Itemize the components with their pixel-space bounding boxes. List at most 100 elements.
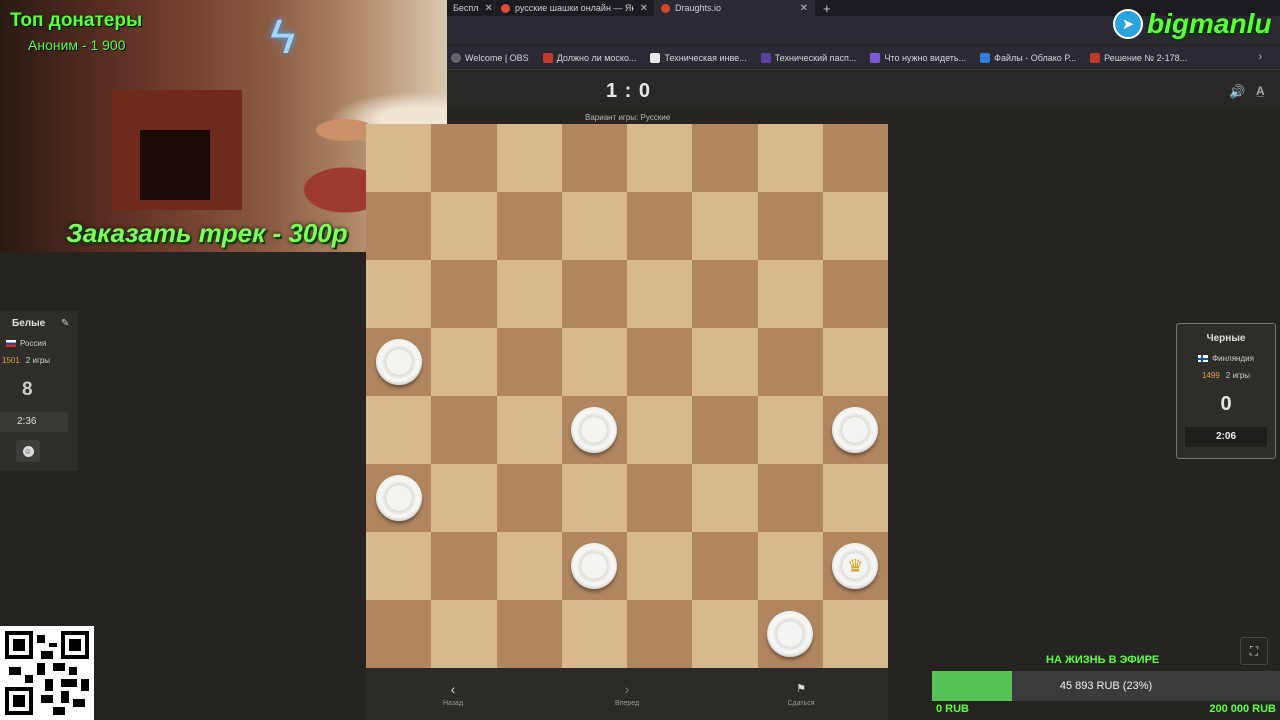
browser-tab-2[interactable]: Draughts.io ✕ <box>655 0 815 16</box>
board-square[interactable] <box>692 192 758 260</box>
yandex-icon <box>501 3 510 13</box>
board-square[interactable] <box>627 328 693 396</box>
board-square[interactable] <box>757 396 823 464</box>
close-icon[interactable]: ✕ <box>485 3 493 14</box>
board-square[interactable] <box>627 124 693 192</box>
board-square[interactable] <box>366 192 432 260</box>
board-square[interactable] <box>496 328 562 396</box>
board-square[interactable] <box>692 328 758 396</box>
white-piece[interactable] <box>375 339 422 385</box>
board-square[interactable] <box>431 396 497 464</box>
bookmark-4[interactable]: Что нужно видеть... <box>870 52 966 63</box>
draughts-board[interactable]: ♛ <box>366 124 888 668</box>
close-icon[interactable]: ✕ <box>640 3 648 14</box>
fullscreen-icon[interactable]: ⛶ <box>1240 637 1268 665</box>
board-square[interactable] <box>692 124 758 192</box>
white-player-country: Россия <box>6 339 46 348</box>
telegram-icon: ➤ <box>1113 9 1143 39</box>
crown-icon: ♛ <box>847 556 864 576</box>
board-square[interactable] <box>822 464 888 532</box>
resign-button[interactable]: ⚑ Сдаться <box>714 668 888 720</box>
sound-icon[interactable]: 🔊 <box>1229 84 1245 100</box>
board-square[interactable] <box>692 464 758 532</box>
browser-tab-1[interactable]: русские шашки онлайн — Яндекс ✕ <box>495 0 655 16</box>
board-square[interactable] <box>431 260 497 328</box>
board-square[interactable] <box>561 260 627 328</box>
board-square[interactable] <box>366 396 432 464</box>
white-piece[interactable] <box>375 475 422 521</box>
board-square[interactable] <box>496 532 562 600</box>
board-square[interactable] <box>692 600 758 668</box>
board-square[interactable] <box>561 600 627 668</box>
white-piece[interactable] <box>767 611 814 657</box>
bookmark-1[interactable]: Должно ли моско... <box>542 52 637 63</box>
forward-button[interactable]: › Вперед <box>540 668 714 720</box>
board-square[interactable] <box>692 396 758 464</box>
back-button[interactable]: ‹ Назад <box>366 668 540 720</box>
board-square[interactable] <box>561 328 627 396</box>
rating-value: 1501 <box>2 356 20 365</box>
board-square[interactable] <box>366 260 432 328</box>
board-square[interactable] <box>366 600 432 668</box>
board-square[interactable] <box>757 192 823 260</box>
board-square[interactable] <box>496 464 562 532</box>
board-square[interactable] <box>561 124 627 192</box>
white-player-stats: 1501 2 игры <box>2 356 50 365</box>
board-square[interactable] <box>496 600 562 668</box>
board-square[interactable] <box>627 600 693 668</box>
board-square[interactable] <box>627 260 693 328</box>
bookmark-label: Должно ли моско... <box>556 52 637 63</box>
board-square[interactable] <box>627 192 693 260</box>
board-square[interactable] <box>692 260 758 328</box>
board-square[interactable] <box>561 192 627 260</box>
board-square[interactable] <box>627 464 693 532</box>
board-square[interactable] <box>822 124 888 192</box>
bookmark-0[interactable]: Welcome | OBS <box>451 52 529 63</box>
board-square[interactable] <box>431 328 497 396</box>
board-square[interactable] <box>822 192 888 260</box>
board-square[interactable] <box>757 464 823 532</box>
board-square[interactable] <box>431 464 497 532</box>
board-square[interactable] <box>757 532 823 600</box>
black-piece-count: 0 <box>1220 393 1232 415</box>
new-tab-icon[interactable]: + <box>815 1 839 16</box>
board-square[interactable] <box>431 124 497 192</box>
pencil-icon[interactable]: ✎ <box>61 318 69 329</box>
board-square[interactable] <box>496 192 562 260</box>
draughts-icon <box>661 3 670 13</box>
board-square[interactable] <box>822 260 888 328</box>
board-square[interactable] <box>627 532 693 600</box>
board-square[interactable] <box>431 532 497 600</box>
game-controls: ‹ Назад › Вперед ⚑ Сдаться <box>366 668 888 720</box>
close-icon[interactable]: ✕ <box>800 3 808 14</box>
board-square[interactable] <box>496 396 562 464</box>
board-square[interactable] <box>627 396 693 464</box>
board-square[interactable] <box>757 328 823 396</box>
rating-value: 1499 <box>1201 371 1220 380</box>
board-square[interactable] <box>366 124 432 192</box>
white-player-timer: 2:36 <box>0 412 68 432</box>
cloud-icon <box>980 52 991 63</box>
board-square[interactable] <box>496 260 562 328</box>
board-square[interactable] <box>692 532 758 600</box>
board-square[interactable] <box>561 464 627 532</box>
tab-label: Беспл <box>453 3 479 13</box>
board-square[interactable] <box>431 192 497 260</box>
score-header <box>447 72 1280 110</box>
bookmark-6[interactable]: Решение № 2-178... <box>1090 52 1187 63</box>
board-square[interactable] <box>757 260 823 328</box>
board-square[interactable] <box>822 328 888 396</box>
emoji-button[interactable]: ☺ <box>16 440 40 462</box>
board-square[interactable] <box>822 600 888 668</box>
browser-tab-0[interactable]: Беспл ✕ <box>447 0 495 16</box>
chevron-right-icon[interactable]: › <box>1258 51 1262 63</box>
board-square[interactable] <box>366 532 432 600</box>
forward-label: Вперед <box>614 699 640 707</box>
bookmark-3[interactable]: Технический пасп... <box>760 52 856 63</box>
board-square[interactable] <box>757 124 823 192</box>
bookmark-5[interactable]: Файлы - Облако Р... <box>980 52 1076 63</box>
bookmark-2[interactable]: Техническая инве... <box>650 52 747 63</box>
board-square[interactable] <box>431 600 497 668</box>
translate-icon[interactable]: A̲ <box>1256 84 1265 98</box>
board-square[interactable] <box>496 124 562 192</box>
